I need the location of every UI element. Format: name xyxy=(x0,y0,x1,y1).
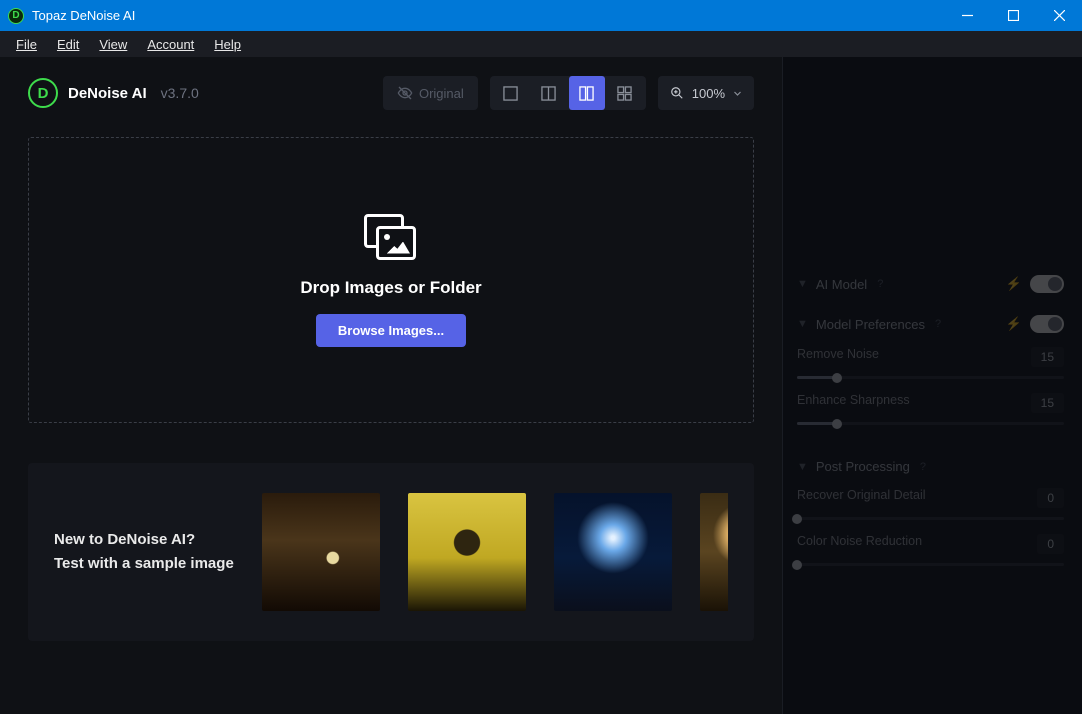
help-icon[interactable]: ? xyxy=(877,278,883,290)
brand-logo-icon: D xyxy=(28,78,58,108)
drop-zone-title: Drop Images or Folder xyxy=(300,278,481,298)
eye-off-icon xyxy=(397,85,413,101)
view-side-by-side-button[interactable] xyxy=(569,76,605,110)
remove-noise-value[interactable]: 15 xyxy=(1031,347,1064,367)
window-title: Topaz DeNoise AI xyxy=(32,8,135,23)
main-panel: D DeNoise AI v3.7.0 Original xyxy=(0,57,782,714)
show-original-button[interactable]: Original xyxy=(383,76,478,110)
section-model-preferences: ▼ Model Preferences ? ⚡ Remove Noise 15 xyxy=(797,315,1064,425)
view-mode-group xyxy=(490,76,646,110)
view-single-button[interactable] xyxy=(493,76,529,110)
close-button[interactable] xyxy=(1036,0,1082,31)
enhance-sharpness-slider[interactable] xyxy=(797,422,1064,425)
view-single-icon xyxy=(503,86,518,101)
post-processing-label: Post Processing xyxy=(816,459,910,474)
original-label: Original xyxy=(419,86,464,101)
zoom-value: 100% xyxy=(692,86,725,101)
maximize-button[interactable] xyxy=(990,0,1036,31)
view-grid-button[interactable] xyxy=(607,76,643,110)
color-noise-row: Color Noise Reduction 0 xyxy=(797,534,1064,566)
section-post-processing: ▼ Post Processing ? Recover Original Det… xyxy=(797,459,1064,566)
recover-detail-row: Recover Original Detail 0 xyxy=(797,488,1064,520)
browse-images-button[interactable]: Browse Images... xyxy=(316,314,466,347)
drop-zone[interactable]: Drop Images or Folder Browse Images... xyxy=(28,137,754,423)
menu-view[interactable]: View xyxy=(89,35,137,54)
images-stack-icon xyxy=(364,214,418,262)
view-split-button[interactable] xyxy=(531,76,567,110)
menu-edit[interactable]: Edit xyxy=(47,35,89,54)
color-noise-label: Color Noise Reduction xyxy=(797,534,922,554)
close-icon xyxy=(1054,10,1065,21)
sample-thumb-1[interactable] xyxy=(262,493,380,611)
auto-icon[interactable]: ⚡ xyxy=(1006,316,1022,332)
auto-icon[interactable]: ⚡ xyxy=(1006,276,1022,292)
enhance-sharpness-value[interactable]: 15 xyxy=(1031,393,1064,413)
recover-detail-label: Recover Original Detail xyxy=(797,488,926,508)
brand-name: DeNoise AI xyxy=(68,85,147,102)
sample-thumb-4[interactable] xyxy=(700,493,728,611)
original-toggle-group: Original xyxy=(383,76,478,110)
menu-account[interactable]: Account xyxy=(137,35,204,54)
sample-line1: New to DeNoise AI? xyxy=(54,528,234,552)
remove-noise-label: Remove Noise xyxy=(797,347,879,367)
sample-images-panel: New to DeNoise AI? Test with a sample im… xyxy=(28,463,754,641)
window-titlebar: D Topaz DeNoise AI xyxy=(0,0,1082,31)
zoom-control[interactable]: 100% xyxy=(658,76,754,110)
view-side-by-side-icon xyxy=(579,86,594,101)
view-grid-icon xyxy=(617,86,632,101)
model-preferences-label: Model Preferences xyxy=(816,317,925,332)
chevron-down-icon[interactable]: ▼ xyxy=(797,461,808,473)
sample-thumbs xyxy=(262,493,728,611)
chevron-down-icon xyxy=(733,89,742,98)
menu-file[interactable]: File xyxy=(6,35,47,54)
main-topbar: D DeNoise AI v3.7.0 Original xyxy=(28,71,754,115)
remove-noise-row: Remove Noise 15 xyxy=(797,347,1064,379)
app-icon: D xyxy=(8,8,24,24)
brand: D DeNoise AI v3.7.0 xyxy=(28,78,199,108)
remove-noise-slider[interactable] xyxy=(797,376,1064,379)
sample-line2: Test with a sample image xyxy=(54,552,234,576)
sample-thumb-2[interactable] xyxy=(408,493,526,611)
brand-version: v3.7.0 xyxy=(161,85,199,101)
ai-model-label: AI Model xyxy=(816,277,867,292)
zoom-in-icon xyxy=(670,86,684,100)
help-icon[interactable]: ? xyxy=(935,318,941,330)
help-icon[interactable]: ? xyxy=(920,461,926,473)
chevron-down-icon[interactable]: ▼ xyxy=(797,278,808,290)
color-noise-value[interactable]: 0 xyxy=(1037,534,1064,554)
minimize-icon xyxy=(962,10,973,21)
maximize-icon xyxy=(1008,10,1019,21)
menu-help[interactable]: Help xyxy=(204,35,251,54)
recover-detail-slider[interactable] xyxy=(797,517,1064,520)
enhance-sharpness-row: Enhance Sharpness 15 xyxy=(797,393,1064,425)
sample-thumb-3[interactable] xyxy=(554,493,672,611)
settings-panel: ▼ AI Model ? ⚡ ▼ Model Preferences ? ⚡ xyxy=(782,57,1082,714)
recover-detail-value[interactable]: 0 xyxy=(1037,488,1064,508)
view-split-icon xyxy=(541,86,556,101)
ai-model-toggle[interactable] xyxy=(1030,275,1064,293)
color-noise-slider[interactable] xyxy=(797,563,1064,566)
sample-copy: New to DeNoise AI? Test with a sample im… xyxy=(54,528,234,576)
menubar: File Edit View Account Help xyxy=(0,31,1082,57)
minimize-button[interactable] xyxy=(944,0,990,31)
section-ai-model: ▼ AI Model ? ⚡ xyxy=(797,275,1064,293)
model-preferences-toggle[interactable] xyxy=(1030,315,1064,333)
enhance-sharpness-label: Enhance Sharpness xyxy=(797,393,910,413)
chevron-down-icon[interactable]: ▼ xyxy=(797,318,808,330)
